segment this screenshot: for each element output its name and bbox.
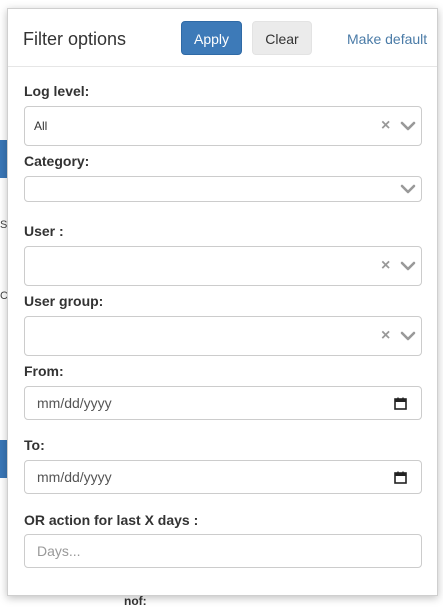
days-placeholder: Days... [37, 543, 81, 559]
background-fragment-bottom: nof: [124, 594, 147, 608]
category-select[interactable] [24, 176, 422, 202]
calendar-icon[interactable] [394, 471, 407, 484]
clear-x-icon[interactable]: × [381, 258, 390, 274]
from-date-input[interactable]: mm/dd/yyyy [24, 386, 422, 420]
user-group-select[interactable]: × [24, 316, 422, 356]
background-blue-block-bottom [0, 440, 7, 478]
clear-x-icon[interactable]: × [381, 118, 390, 134]
log-level-label: Log level: [24, 83, 90, 99]
make-default-link[interactable]: Make default [347, 31, 427, 47]
background-blue-block-top [0, 140, 7, 178]
chevron-down-icon[interactable] [400, 260, 416, 272]
to-date-input[interactable]: mm/dd/yyyy [24, 460, 422, 494]
popover-title: Filter options [23, 29, 127, 49]
category-label: Category: [24, 153, 90, 169]
chevron-down-icon[interactable] [400, 330, 416, 342]
log-level-value: All [34, 119, 48, 133]
clear-x-icon[interactable]: × [381, 328, 390, 344]
to-label: To: [24, 437, 45, 453]
user-group-label: User group: [24, 293, 104, 309]
popover-header: Filter options Apply Clear Make default [8, 9, 437, 67]
log-level-select[interactable]: All × [24, 106, 422, 146]
clear-button[interactable]: Clear [252, 21, 312, 55]
chevron-down-icon[interactable] [400, 183, 416, 195]
calendar-icon[interactable] [394, 397, 407, 410]
user-select[interactable]: × [24, 246, 422, 286]
from-label: From: [24, 363, 64, 379]
to-date-placeholder: mm/dd/yyyy [37, 469, 112, 485]
filter-options-popover: Filter options Apply Clear Make default … [7, 8, 438, 596]
chevron-down-icon[interactable] [400, 120, 416, 132]
user-label: User : [24, 223, 64, 239]
days-input[interactable]: Days... [24, 534, 422, 568]
days-label: OR action for last X days : [24, 512, 199, 528]
from-date-placeholder: mm/dd/yyyy [37, 395, 112, 411]
apply-button[interactable]: Apply [181, 21, 242, 55]
